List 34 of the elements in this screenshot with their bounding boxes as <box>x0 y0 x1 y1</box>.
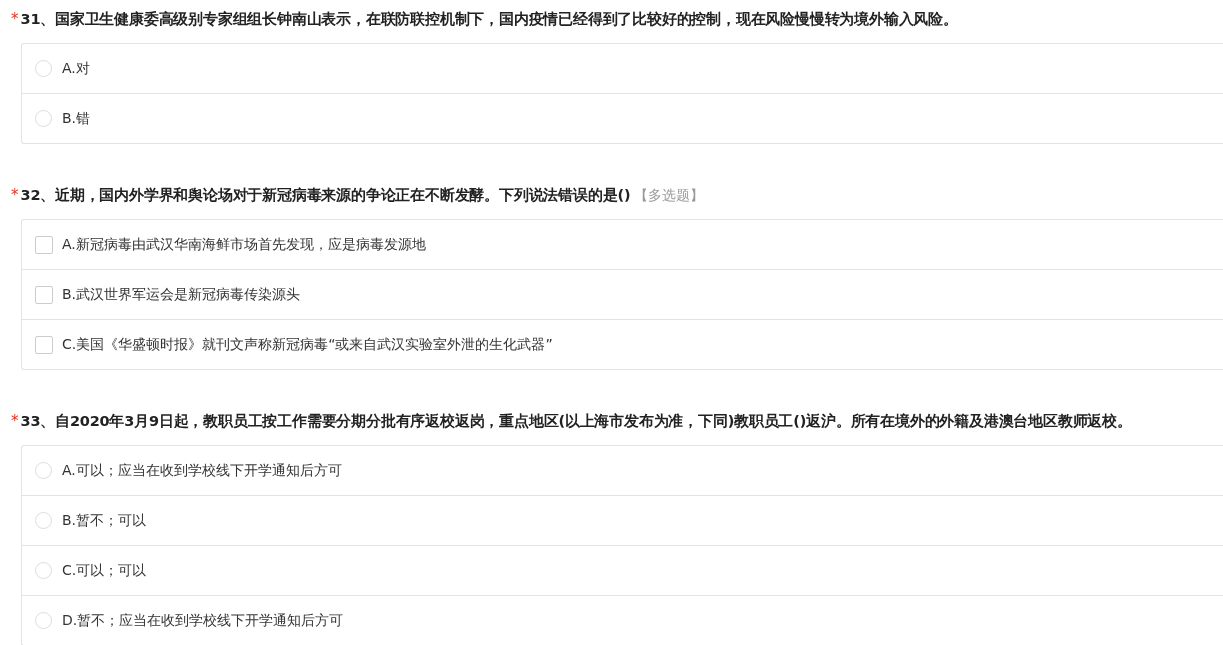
option-label: C.可以；可以 <box>62 561 147 580</box>
required-asterisk: * <box>11 10 19 28</box>
option-label: B.错 <box>62 109 91 128</box>
checkbox[interactable] <box>35 235 53 254</box>
answer-option[interactable]: B.武汉世界军运会是新冠病毒传染源头 <box>22 269 1223 319</box>
radio-button[interactable] <box>35 512 52 529</box>
option-label: A.新冠病毒由武汉华南海鲜市场首先发现，应是病毒发源地 <box>62 235 426 254</box>
answer-option[interactable]: A.对 <box>22 44 1223 93</box>
answer-option[interactable]: B.错 <box>22 93 1223 143</box>
answer-option[interactable]: C.可以；可以 <box>22 545 1223 595</box>
answer-option[interactable]: C.美国《华盛顿时报》就刊文声称新冠病毒“或来自武汉实验室外泄的生化武器” <box>22 319 1223 369</box>
checkbox[interactable] <box>35 335 53 354</box>
option-label: A.对 <box>62 59 90 78</box>
option-label: B.暂不；可以 <box>62 511 147 530</box>
option-label: C.美国《华盛顿时报》就刊文声称新冠病毒“或来自武汉实验室外泄的生化武器” <box>62 335 553 354</box>
answer-option[interactable]: D.暂不；应当在收到学校线下开学通知后方可 <box>22 595 1223 645</box>
required-asterisk: * <box>11 186 19 204</box>
answer-option[interactable]: A.可以；应当在收到学校线下开学通知后方可 <box>22 446 1223 495</box>
question-title: 33、自2020年3月9日起，教职员工按工作需要分期分批有序返校返岗，重点地区(以上海市发布为准，下同)教职员工()返沪。所有在境外的外籍及港澳台地区教师返校。 <box>20 412 1132 431</box>
radio-button[interactable] <box>35 612 52 629</box>
radio-button[interactable] <box>35 110 52 127</box>
option-label: B.武汉世界军运会是新冠病毒传染源头 <box>62 285 301 304</box>
radio-button[interactable] <box>35 462 52 479</box>
radio-button[interactable] <box>35 562 52 579</box>
question-title: 32、近期，国内外学界和舆论场对于新冠病毒来源的争论正在不断发酵。下列说法错误的是() <box>20 186 631 205</box>
question-title: 31、国家卫生健康委高级别专家组组长钟南山表示，在联防联控机制下，国内疫情已经得到了比较好的控制，现在风险慢慢转为境外输入风险。 <box>20 10 958 29</box>
checkbox[interactable] <box>35 285 53 304</box>
radio-button[interactable] <box>35 60 52 77</box>
required-asterisk: * <box>11 412 19 430</box>
option-label: A.可以；应当在收到学校线下开学通知后方可 <box>62 461 342 480</box>
question-type-label: 【多选题】 <box>634 187 705 205</box>
answer-option[interactable]: B.暂不；可以 <box>22 495 1223 545</box>
answer-option[interactable]: A.新冠病毒由武汉华南海鲜市场首先发现，应是病毒发源地 <box>22 220 1223 269</box>
option-label: D.暂不；应当在收到学校线下开学通知后方可 <box>62 611 344 630</box>
